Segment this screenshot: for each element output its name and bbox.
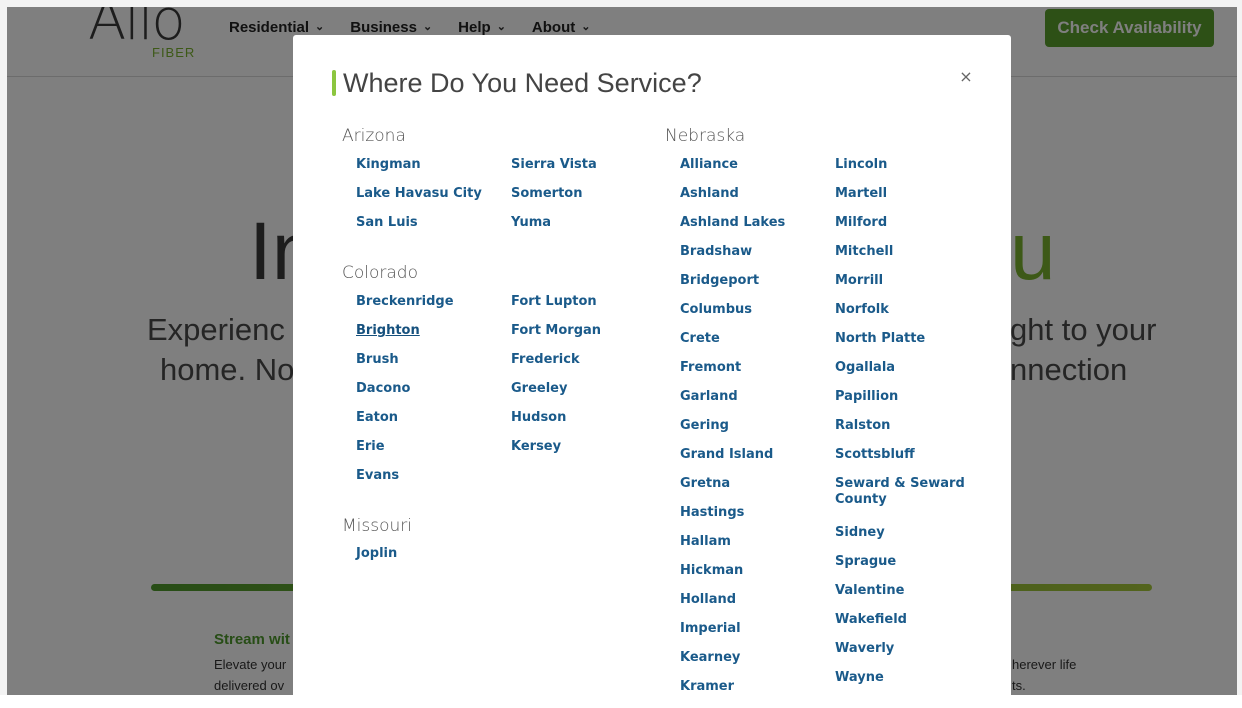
- city-link-lake-havasu-city[interactable]: Lake Havasu City: [356, 186, 506, 215]
- city-link-wakefield[interactable]: Wakefield: [835, 612, 965, 641]
- city-link-imperial[interactable]: Imperial: [680, 621, 830, 650]
- city-link-ashland-lakes[interactable]: Ashland Lakes: [680, 215, 830, 244]
- city-link-holland[interactable]: Holland: [680, 592, 830, 621]
- city-link-kearney[interactable]: Kearney: [680, 650, 830, 679]
- nebraska-col-2: Lincoln Martell Milford Mitchell Morrill Norf…: [835, 157, 965, 699]
- city-link-san-luis[interactable]: San Luis: [356, 215, 506, 244]
- city-link-kingman[interactable]: Kingman: [356, 157, 506, 186]
- city-link-grand-island[interactable]: Grand Island: [680, 447, 830, 476]
- city-link-bradshaw[interactable]: Bradshaw: [680, 244, 830, 273]
- city-link-brush[interactable]: Brush: [356, 352, 506, 381]
- city-link-crete[interactable]: Crete: [680, 331, 830, 360]
- city-link-ogallala[interactable]: Ogallala: [835, 360, 965, 389]
- city-link-fort-lupton[interactable]: Fort Lupton: [511, 294, 661, 323]
- city-link-valentine[interactable]: Valentine: [835, 583, 965, 612]
- city-link-alliance[interactable]: Alliance: [680, 157, 830, 186]
- city-link-garland[interactable]: Garland: [680, 389, 830, 418]
- city-link-joplin[interactable]: Joplin: [356, 546, 506, 575]
- city-link-breckenridge[interactable]: Breckenridge: [356, 294, 506, 323]
- state-heading-colorado: Colorado: [342, 263, 418, 283]
- city-link-hudson[interactable]: Hudson: [511, 410, 661, 439]
- city-link-somerton[interactable]: Somerton: [511, 186, 661, 215]
- city-link-gering[interactable]: Gering: [680, 418, 830, 447]
- city-link-fort-morgan[interactable]: Fort Morgan: [511, 323, 661, 352]
- city-link-brighton[interactable]: Brighton: [356, 323, 506, 352]
- city-link-dacono[interactable]: Dacono: [356, 381, 506, 410]
- city-link-seward-seward-county[interactable]: Seward & Seward County: [835, 476, 965, 525]
- city-link-hastings[interactable]: Hastings: [680, 505, 830, 534]
- city-link-hallam[interactable]: Hallam: [680, 534, 830, 563]
- nebraska-col-1: Alliance Ashland Ashland Lakes Bradshaw Brid…: [680, 157, 830, 708]
- colorado-col-2: Fort Lupton Fort Morgan Frederick Greeley Hu…: [511, 294, 661, 468]
- city-link-fremont[interactable]: Fremont: [680, 360, 830, 389]
- modal-title: Where Do You Need Service?: [343, 68, 702, 98]
- city-link-sprague[interactable]: Sprague: [835, 554, 965, 583]
- city-link-ashland[interactable]: Ashland: [680, 186, 830, 215]
- city-link-sidney[interactable]: Sidney: [835, 525, 965, 554]
- city-link-bridgeport[interactable]: Bridgeport: [680, 273, 830, 302]
- city-link-martell[interactable]: Martell: [835, 186, 965, 215]
- city-link-milford[interactable]: Milford: [835, 215, 965, 244]
- city-link-hickman[interactable]: Hickman: [680, 563, 830, 592]
- city-link-north-platte[interactable]: North Platte: [835, 331, 965, 360]
- window-frame-top: [0, 0, 1242, 7]
- city-link-papillion[interactable]: Papillion: [835, 389, 965, 418]
- city-link-scottsbluff[interactable]: Scottsbluff: [835, 447, 965, 476]
- city-link-waverly[interactable]: Waverly: [835, 641, 965, 670]
- state-heading-nebraska: Nebraska: [665, 126, 746, 146]
- state-heading-arizona: Arizona: [342, 126, 406, 146]
- city-link-sierra-vista[interactable]: Sierra Vista: [511, 157, 661, 186]
- state-heading-missouri: Missouri: [342, 516, 412, 536]
- title-accent-bar: [332, 70, 336, 96]
- city-link-lincoln[interactable]: Lincoln: [835, 157, 965, 186]
- window-frame-left: [0, 0, 7, 695]
- city-link-eaton[interactable]: Eaton: [356, 410, 506, 439]
- city-link-ralston[interactable]: Ralston: [835, 418, 965, 447]
- city-link-kramer[interactable]: Kramer: [680, 679, 830, 708]
- city-link-mitchell[interactable]: Mitchell: [835, 244, 965, 273]
- arizona-col-2: Sierra Vista Somerton Yuma: [511, 157, 661, 244]
- city-link-erie[interactable]: Erie: [356, 439, 506, 468]
- city-link-columbus[interactable]: Columbus: [680, 302, 830, 331]
- city-link-yuma[interactable]: Yuma: [511, 215, 661, 244]
- missouri-col-1: Joplin: [356, 546, 506, 575]
- city-link-frederick[interactable]: Frederick: [511, 352, 661, 381]
- window-frame-right: [1237, 0, 1242, 695]
- city-link-morrill[interactable]: Morrill: [835, 273, 965, 302]
- service-location-modal: Where Do You Need Service? × Arizona Kin…: [293, 35, 1011, 695]
- city-link-greeley[interactable]: Greeley: [511, 381, 661, 410]
- city-link-norfolk[interactable]: Norfolk: [835, 302, 965, 331]
- city-link-gretna[interactable]: Gretna: [680, 476, 830, 505]
- city-link-evans[interactable]: Evans: [356, 468, 506, 497]
- close-icon[interactable]: ×: [956, 65, 976, 89]
- colorado-col-1: Breckenridge Brighton Brush Dacono Eaton Erie…: [356, 294, 506, 497]
- arizona-col-1: Kingman Lake Havasu City San Luis: [356, 157, 506, 244]
- city-link-kersey[interactable]: Kersey: [511, 439, 661, 468]
